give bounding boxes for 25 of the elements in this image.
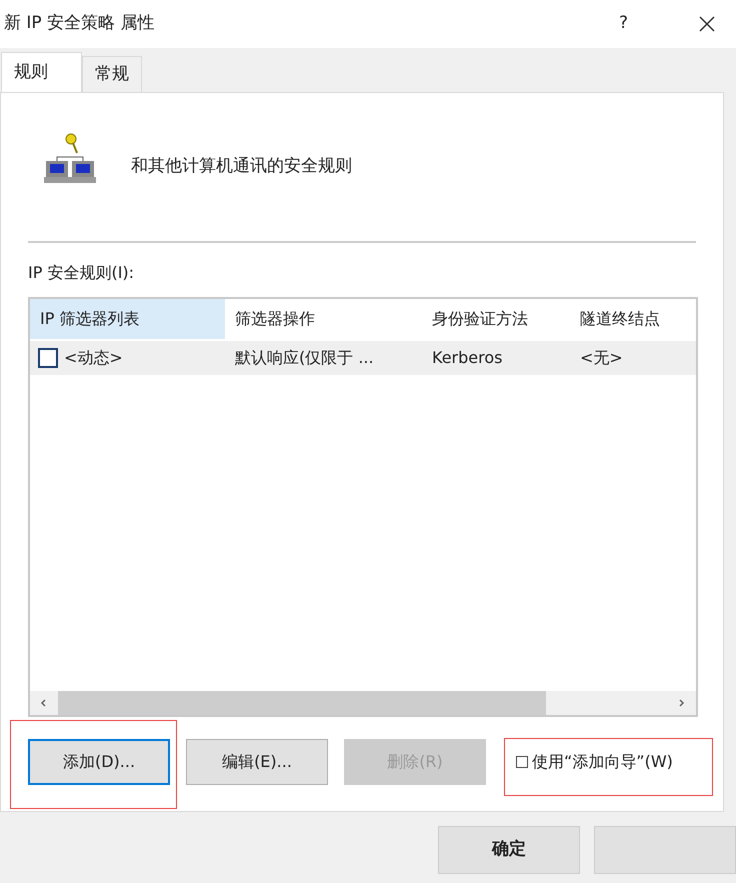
description-text: 和其他计算机通讯的安全规则 xyxy=(131,155,352,178)
tab[interactable]: 常规 xyxy=(82,56,142,92)
help-button[interactable]: ? xyxy=(618,11,628,37)
dialog-button[interactable]: 确定 xyxy=(438,826,580,874)
table-cell-text: <无> xyxy=(580,347,623,369)
action-button[interactable]: 编辑(E)... xyxy=(186,739,328,785)
row-checkbox[interactable] xyxy=(38,348,58,368)
rule-row[interactable]: <动态> 默认响应(仅限于 ... Kerberos <无> xyxy=(30,341,696,375)
table-cell-text: 默认响应(仅限于 ... xyxy=(235,347,374,369)
tab[interactable]: 规则 xyxy=(1,52,82,92)
action-button[interactable]: 添加(D)... xyxy=(28,739,170,785)
table-cell-text: Kerberos xyxy=(432,347,502,369)
scroll-left-icon[interactable] xyxy=(40,699,46,707)
column-header[interactable]: IP 筛选器列表 xyxy=(30,299,225,339)
close-button[interactable] xyxy=(698,15,716,33)
networked-computers-icon xyxy=(43,131,97,185)
window-title: 新 IP 安全策略 属性 xyxy=(4,12,154,36)
scroll-right-icon[interactable] xyxy=(679,699,684,707)
horizontal-scrollbar[interactable] xyxy=(30,691,696,715)
rules-list[interactable]: IP 筛选器列表 筛选器操作 身份验证方法 隧道终结点 <动态> 默认响应(仅限于 ... Kerberos <无> xyxy=(28,297,698,717)
scrollbar-thumb[interactable] xyxy=(58,691,546,715)
rules-label: IP 安全规则(I): xyxy=(28,262,136,284)
table-cell-text: <动态> xyxy=(64,347,123,369)
wizard-checkbox[interactable] xyxy=(516,756,528,768)
wizard-label[interactable]: 使用“添加向导”(W) xyxy=(532,750,673,774)
